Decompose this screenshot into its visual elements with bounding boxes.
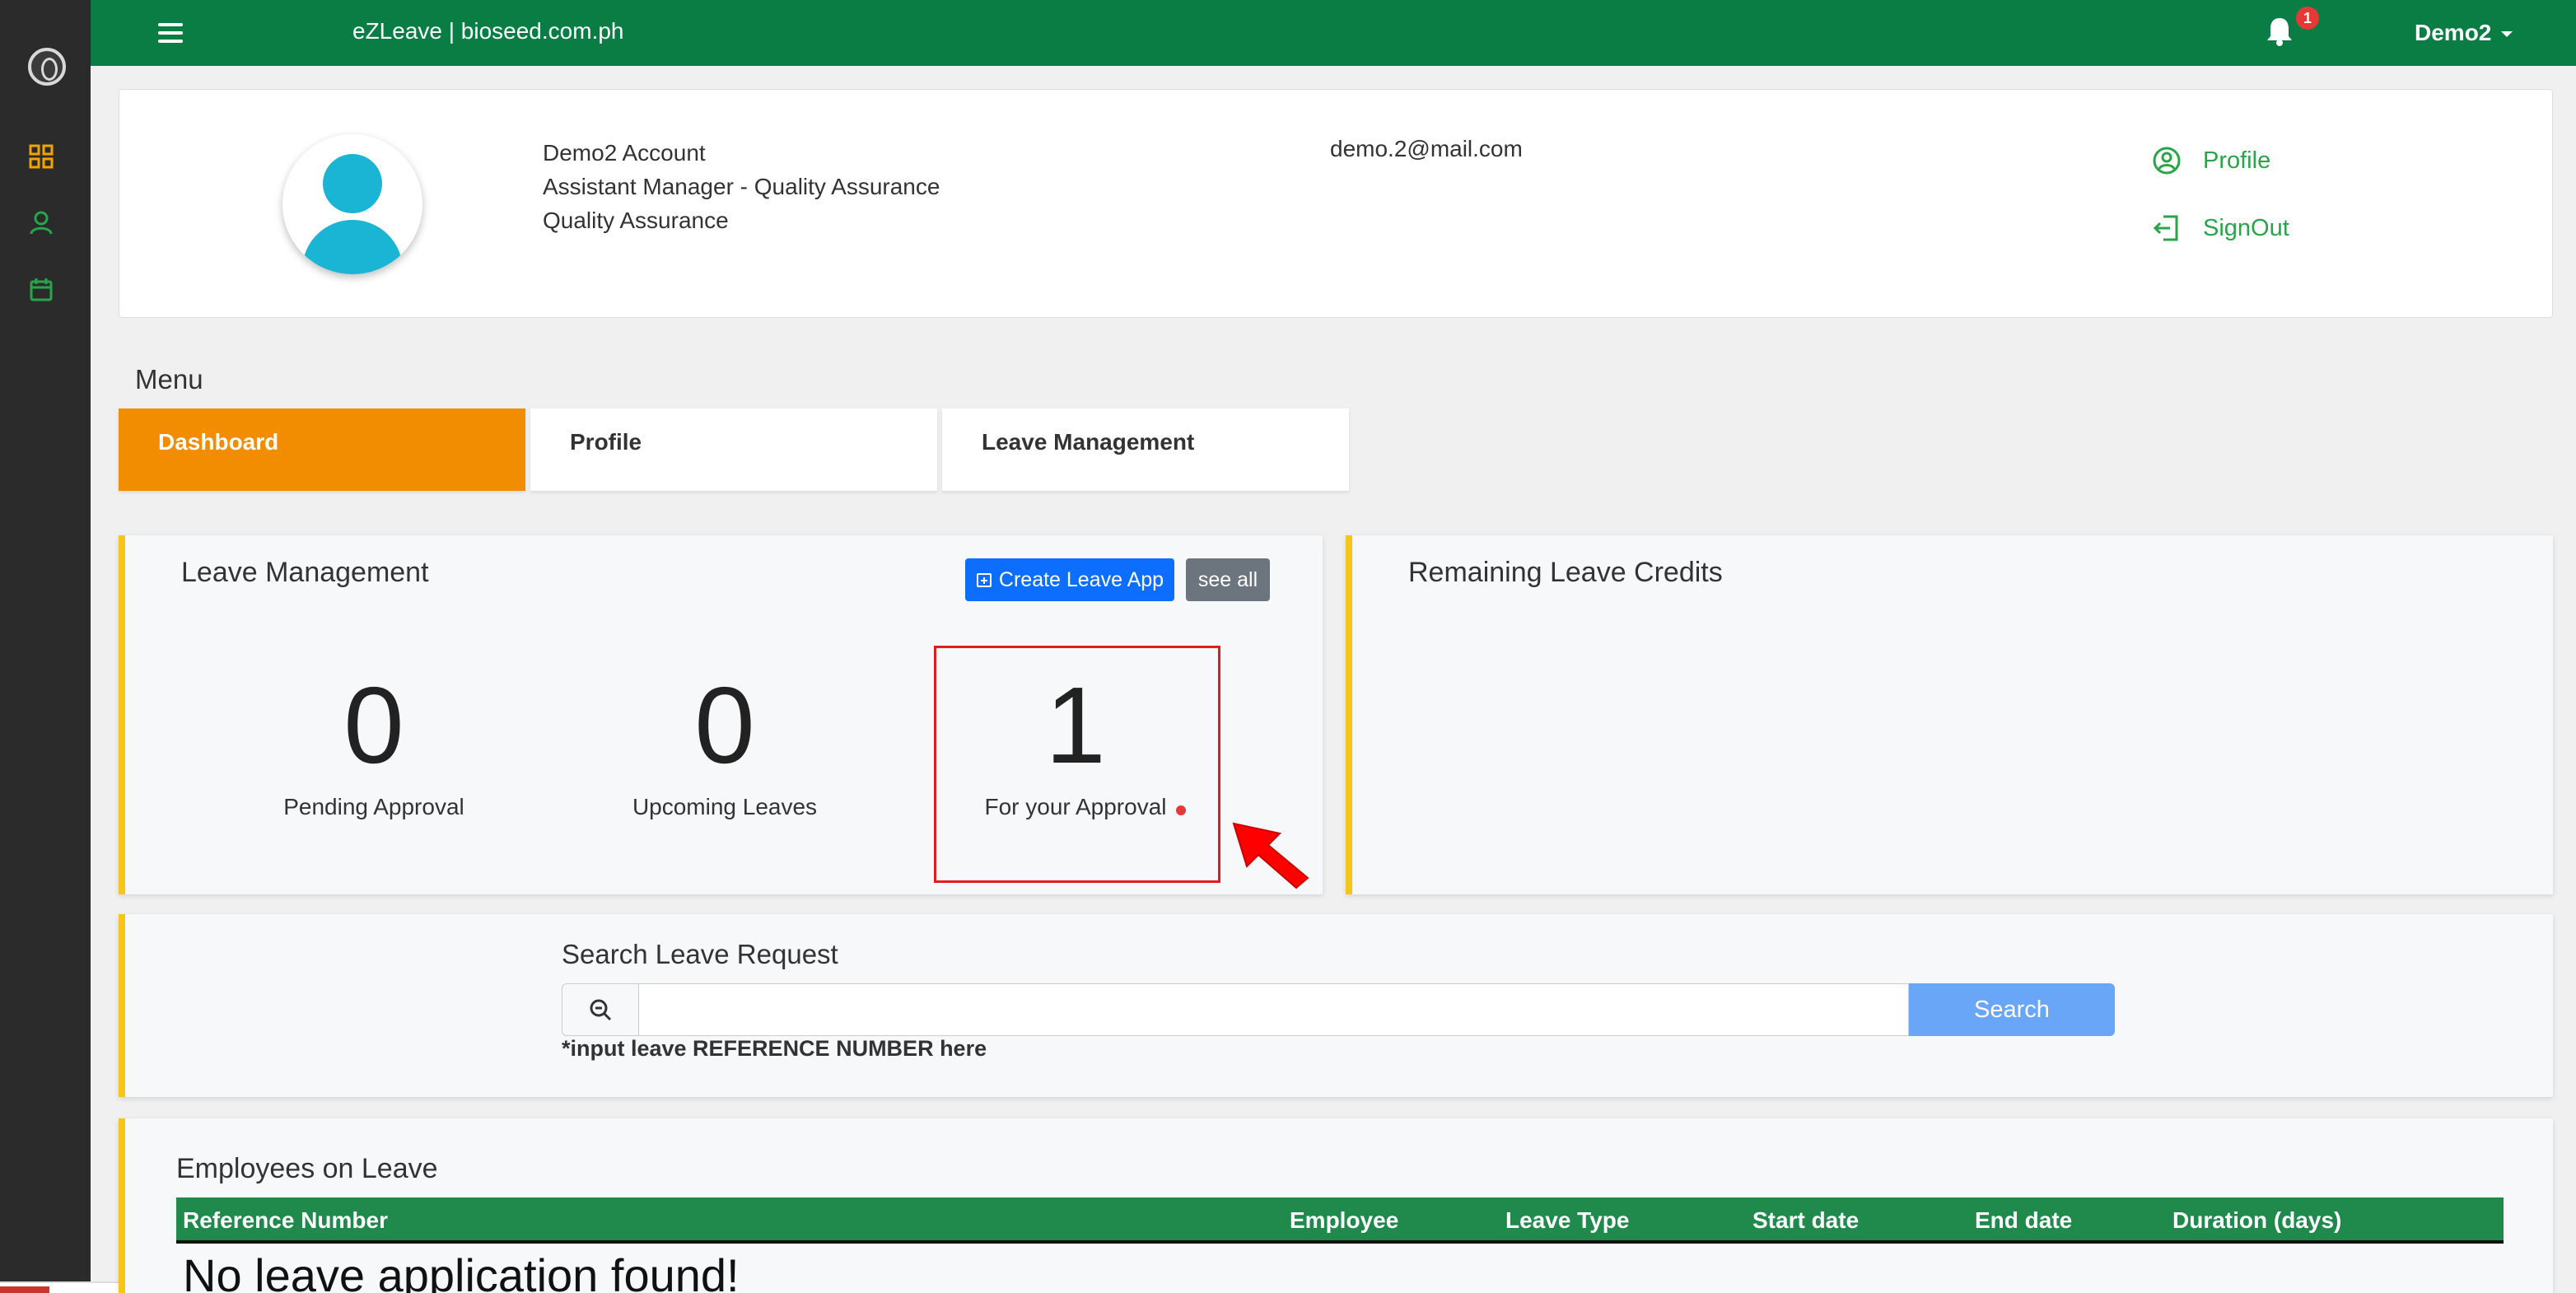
employees-table-header: Reference Number Employee Leave Type Sta… xyxy=(176,1197,2504,1244)
search-icon xyxy=(562,983,639,1036)
employees-on-leave-title: Employees on Leave xyxy=(176,1153,438,1184)
dashboard-grid-icon[interactable] xyxy=(28,143,54,170)
top-navbar: eZLeave | bioseed.com.ph xyxy=(91,0,2576,66)
avatar xyxy=(282,134,422,274)
column-header[interactable]: Start date xyxy=(1752,1207,1859,1234)
profile-card: Demo2 Account Assistant Manager - Qualit… xyxy=(119,89,2553,318)
tab-profile[interactable]: Profile xyxy=(530,408,937,491)
see-all-button[interactable]: see all xyxy=(1186,558,1270,601)
calendar-icon[interactable] xyxy=(28,277,54,303)
column-header[interactable]: Leave Type xyxy=(1505,1207,1629,1234)
column-header[interactable]: End date xyxy=(1975,1207,2072,1234)
profile-link-label: Profile xyxy=(2203,147,2271,174)
upcoming-leaves-stat[interactable]: 0 Upcoming Leaves xyxy=(593,664,856,820)
leave-management-title: Leave Management xyxy=(181,557,429,588)
highlight-box xyxy=(934,646,1220,883)
menu-title: Menu xyxy=(135,364,203,394)
create-leave-label: Create Leave App xyxy=(998,567,1164,591)
search-hint: *input leave REFERENCE NUMBER here xyxy=(562,1036,987,1061)
sign-out-icon xyxy=(2153,215,2178,241)
pending-approval-stat[interactable]: 0 Pending Approval xyxy=(242,664,506,820)
profile-email: demo.2@mail.com xyxy=(1330,136,1523,161)
user-dropdown[interactable]: Demo2 xyxy=(2415,20,2513,46)
column-header[interactable]: Employee xyxy=(1290,1207,1398,1234)
search-button[interactable]: Search xyxy=(1909,983,2115,1036)
profile-info: Demo2 Account Assistant Manager - Qualit… xyxy=(543,136,940,237)
search-input[interactable] xyxy=(639,983,1909,1036)
red-arrow-icon xyxy=(1232,822,1309,889)
stat-value: 0 xyxy=(694,665,755,786)
signout-link-label: SignOut xyxy=(2203,214,2289,241)
profile-link[interactable]: Profile xyxy=(2152,146,2270,175)
signout-link[interactable]: SignOut xyxy=(2152,213,2289,243)
chevron-down-icon xyxy=(2501,31,2513,38)
stat-label: Pending Approval xyxy=(283,794,464,819)
user-icon[interactable] xyxy=(28,209,54,236)
remaining-credits-panel xyxy=(1346,535,2553,894)
user-name: Demo2 xyxy=(2415,20,2492,45)
create-leave-button[interactable]: Create Leave App xyxy=(965,558,1174,601)
stat-label: Upcoming Leaves xyxy=(632,794,818,819)
search-title: Search Leave Request xyxy=(562,939,838,969)
profile-name: Demo2 Account xyxy=(543,140,706,166)
column-header[interactable]: Duration (days) xyxy=(2172,1207,2341,1234)
notification-bell-icon[interactable] xyxy=(2263,15,2296,48)
stat-value: 0 xyxy=(343,665,404,786)
tab-leave-management[interactable]: Leave Management xyxy=(942,408,1349,491)
user-circle-icon xyxy=(2153,147,2181,175)
app-title: eZLeave | bioseed.com.ph xyxy=(352,18,624,44)
taskbar-indicator xyxy=(0,1286,49,1293)
column-header[interactable]: Reference Number xyxy=(183,1207,388,1234)
tab-dashboard[interactable]: Dashboard xyxy=(119,408,525,491)
empty-state-message: No leave application found! xyxy=(183,1249,740,1293)
company-logo xyxy=(28,48,66,86)
notification-badge: 1 xyxy=(2296,7,2319,30)
calendar-plus-icon xyxy=(976,573,992,587)
left-sidebar xyxy=(0,0,247,1293)
remaining-credits-title: Remaining Leave Credits xyxy=(1408,557,1723,588)
profile-department: Quality Assurance xyxy=(543,208,729,233)
search-group: Search xyxy=(562,983,2115,1036)
menu-toggle-icon[interactable] xyxy=(158,23,183,43)
profile-position: Assistant Manager - Quality Assurance xyxy=(543,174,940,199)
